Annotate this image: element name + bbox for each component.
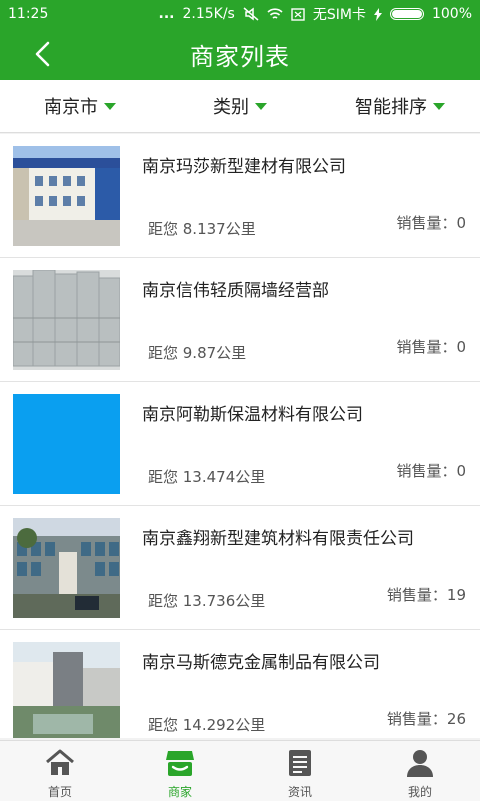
page-title: 商家列表 [190, 42, 290, 71]
status-dots: ... [158, 6, 175, 22]
merchant-photo [13, 394, 120, 494]
sim-status: 无SIM卡 [312, 7, 366, 23]
dropdown-arrow-icon [433, 102, 445, 110]
tab-profile[interactable]: 我的 [360, 741, 480, 801]
filter-category-label: 类别 [213, 97, 249, 118]
tab-home[interactable]: 首页 [0, 741, 120, 801]
merchant-list: 南京玛莎新型建材有限公司 距您 8.137公里 销售量：0 南京信伟轻质隔墙经营… [0, 134, 480, 738]
merchant-name: 南京马斯德克金属制品有限公司 [142, 653, 380, 673]
filter-city[interactable]: 南京市 [0, 93, 160, 119]
filter-city-label: 南京市 [44, 97, 98, 118]
merchant-item[interactable]: 南京信伟轻质隔墙经营部 距您 9.87公里 销售量：0 [0, 258, 480, 382]
tab-home-label: 首页 [47, 785, 72, 799]
merchant-distance: 距您 9.87公里 [148, 344, 247, 362]
tab-merchants-label: 商家 [167, 785, 192, 799]
charging-icon [373, 7, 382, 21]
merchant-sales: 销售量：26 [386, 710, 466, 728]
status-time: 11:25 [8, 6, 49, 22]
home-icon [46, 749, 74, 775]
merchant-sales: 销售量：0 [396, 338, 466, 356]
merchant-sales: 销售量：19 [386, 586, 466, 604]
tab-profile-label: 我的 [407, 785, 432, 799]
merchant-photo [13, 270, 120, 370]
wifi-icon [267, 7, 283, 19]
bottom-tab-bar: 首页 商家 资讯 我的 [0, 740, 480, 801]
tab-news-label: 资讯 [287, 785, 312, 799]
network-speed: 2.15K/s [182, 6, 235, 22]
battery-icon [389, 8, 424, 20]
merchant-name: 南京信伟轻质隔墙经营部 [142, 281, 329, 301]
merchant-item[interactable]: 南京玛莎新型建材有限公司 距您 8.137公里 销售量：0 [0, 134, 480, 258]
merchant-item[interactable]: 南京马斯德克金属制品有限公司 距您 14.292公里 销售量：26 [0, 630, 480, 738]
merchant-photo [13, 642, 120, 738]
app-bar: 商家列表 [0, 28, 480, 80]
mute-icon [243, 7, 259, 21]
store-icon [166, 751, 194, 776]
chevron-left-icon [35, 41, 50, 67]
merchant-sales: 销售量：0 [396, 462, 466, 480]
filter-category[interactable]: 类别 [160, 93, 320, 119]
merchant-item[interactable]: 南京鑫翔新型建筑材料有限责任公司 距您 13.736公里 销售量：19 [0, 506, 480, 630]
merchant-name: 南京玛莎新型建材有限公司 [142, 157, 346, 177]
battery-level: 100% [431, 6, 472, 22]
filter-sort-label: 智能排序 [355, 97, 427, 118]
merchant-distance: 距您 13.474公里 [148, 468, 266, 486]
tab-news[interactable]: 资讯 [240, 741, 360, 801]
back-button[interactable] [28, 40, 56, 68]
dropdown-arrow-icon [104, 102, 116, 110]
filter-sort[interactable]: 智能排序 [320, 93, 480, 119]
sim-icon [291, 7, 305, 21]
merchant-distance: 距您 13.736公里 [148, 592, 266, 610]
merchant-name: 南京鑫翔新型建筑材料有限责任公司 [142, 529, 414, 549]
merchant-item[interactable]: 南京阿勒斯保温材料有限公司 距您 13.474公里 销售量：0 [0, 382, 480, 506]
dropdown-arrow-icon [255, 102, 267, 110]
merchant-photo [13, 146, 120, 246]
merchant-name: 南京阿勒斯保温材料有限公司 [142, 405, 363, 425]
tab-merchants[interactable]: 商家 [120, 741, 240, 801]
merchant-distance: 距您 8.137公里 [148, 220, 256, 238]
status-bar: 11:25 ... 2.15K/s 无SIM卡 100% [0, 0, 480, 28]
merchant-sales: 销售量：0 [396, 214, 466, 232]
merchant-distance: 距您 14.292公里 [148, 716, 266, 734]
merchant-photo [13, 518, 120, 618]
user-icon [407, 750, 433, 777]
news-icon [289, 750, 311, 776]
filter-bar: 南京市 类别 智能排序 [0, 80, 480, 133]
